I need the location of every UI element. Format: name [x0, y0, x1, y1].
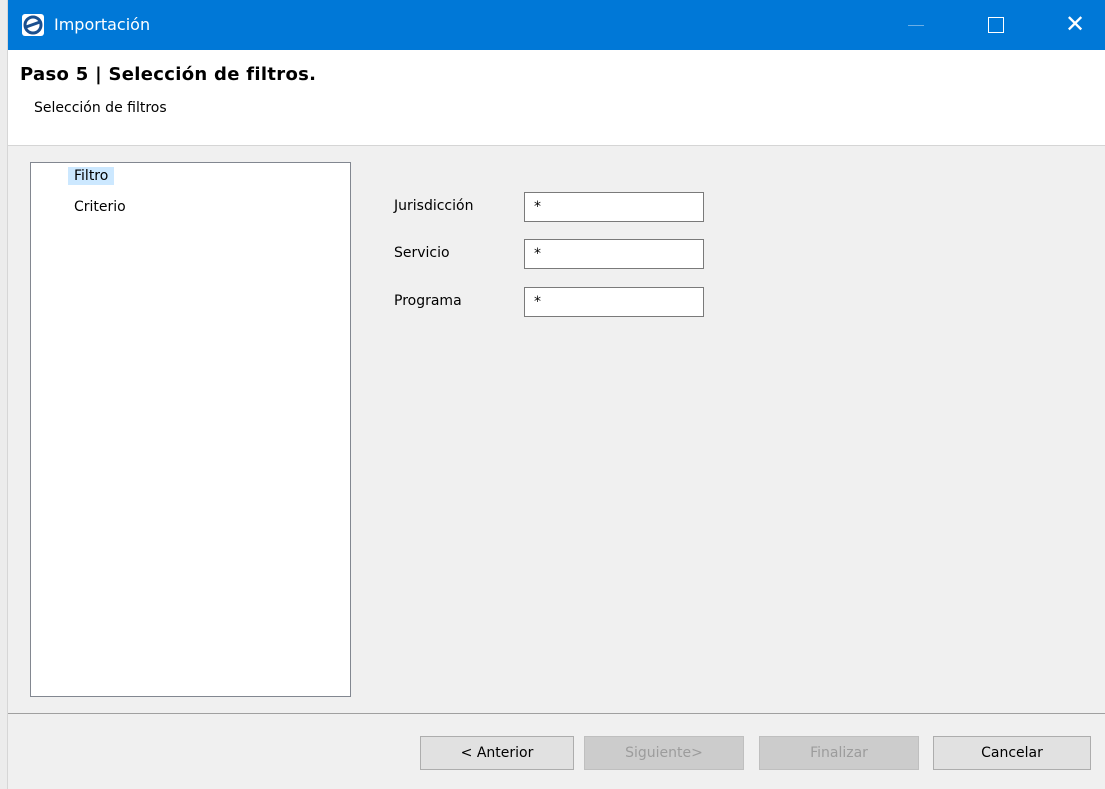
import-dialog: Importación ✕ Paso 5 | Selección de filt… — [8, 0, 1105, 789]
step-title: Paso 5 | Selección de filtros. — [20, 64, 317, 85]
minimize-icon — [908, 25, 924, 26]
tree-item-criterio[interactable]: Criterio — [68, 198, 132, 216]
servicio-label: Servicio — [394, 245, 450, 261]
close-icon: ✕ — [1065, 10, 1086, 38]
previous-button[interactable]: < Anterior — [420, 736, 574, 770]
filter-tree[interactable]: Filtro Criterio — [30, 162, 351, 697]
jurisdiccion-label: Jurisdicción — [394, 198, 474, 214]
minimize-button[interactable] — [888, 0, 946, 50]
background-window-strip — [0, 0, 8, 789]
maximize-button[interactable] — [968, 0, 1026, 50]
close-button[interactable]: ✕ — [1048, 0, 1105, 50]
maximize-icon — [988, 17, 1004, 33]
finish-button[interactable]: Finalizar — [759, 736, 919, 770]
next-button[interactable]: Siguiente> — [584, 736, 744, 770]
jurisdiccion-input[interactable]: * — [524, 192, 704, 222]
programa-label: Programa — [394, 293, 462, 309]
wizard-header: Paso 5 | Selección de filtros. Selección… — [8, 50, 1105, 146]
servicio-input[interactable]: * — [524, 239, 704, 269]
title-bar[interactable]: Importación ✕ — [8, 0, 1105, 50]
programa-input[interactable]: * — [524, 287, 704, 317]
footer-divider — [8, 713, 1105, 714]
window-title: Importación — [54, 15, 151, 34]
cancel-button[interactable]: Cancelar — [933, 736, 1091, 770]
app-logo-icon — [22, 14, 44, 36]
step-subtitle: Selección de filtros — [34, 100, 167, 116]
tree-item-filtro[interactable]: Filtro — [68, 167, 115, 185]
